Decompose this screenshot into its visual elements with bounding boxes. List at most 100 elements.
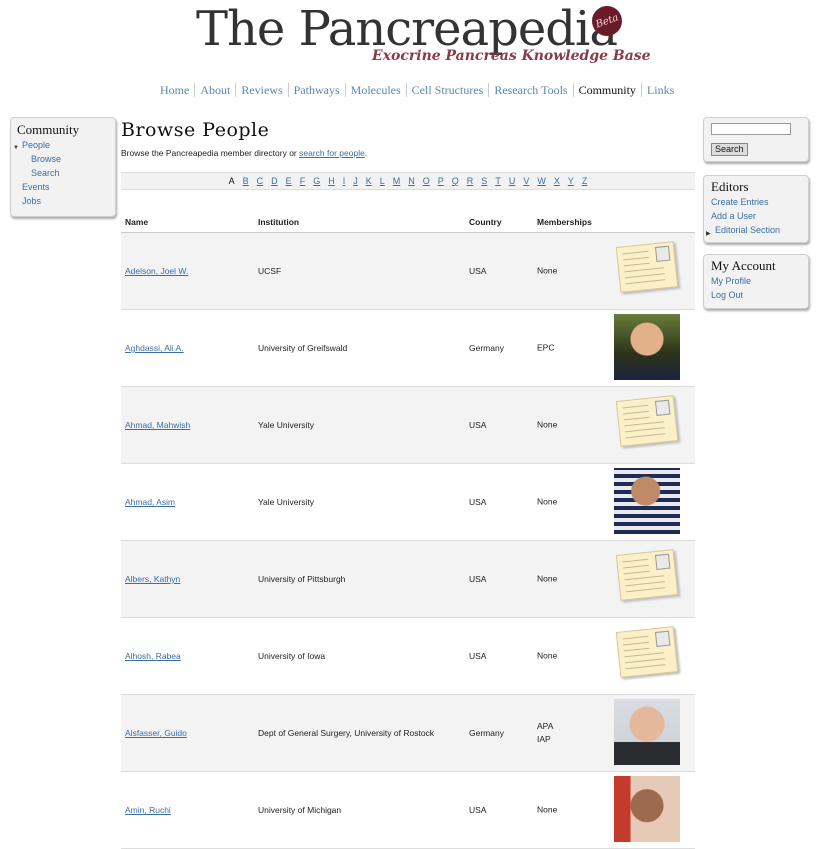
column-country[interactable]: Country (469, 217, 502, 227)
country-cell: USA (469, 651, 487, 661)
letter-e[interactable]: E (282, 173, 296, 189)
site-header: The Pancreapedia Beta Exocrine Pancreas … (0, 0, 822, 75)
memberships-cell: None (537, 573, 558, 584)
letter-j[interactable]: J (349, 173, 362, 189)
letter-s[interactable]: S (477, 173, 491, 189)
country-cell: USA (469, 497, 487, 507)
institution-cell: University of Iowa (258, 651, 326, 661)
site-logo[interactable]: The Pancreapedia (196, 1, 618, 57)
create-entries-link[interactable]: Create Entries (704, 195, 808, 209)
column-name[interactable]: Name (125, 217, 148, 227)
contact-card-icon (615, 626, 679, 678)
memberships-cell: None (537, 804, 558, 815)
letter-g[interactable]: G (309, 173, 324, 189)
sidebar-item-search[interactable]: Search (11, 166, 115, 180)
person-name-link[interactable]: Ahmad, Asim (125, 497, 175, 507)
letter-t[interactable]: T (491, 173, 505, 189)
search-people-link[interactable]: search for people (299, 148, 365, 158)
editors-title: Editors (711, 179, 749, 194)
letter-l[interactable]: L (376, 173, 389, 189)
table-row: Ahmad, Asim Yale University USA None (121, 464, 695, 541)
country-cell: USA (469, 805, 487, 815)
sidebar-item-browse[interactable]: Browse (11, 152, 115, 166)
letter-h[interactable]: H (324, 173, 339, 189)
sidebar-item-events[interactable]: Events (11, 180, 115, 194)
letter-d[interactable]: D (267, 173, 282, 189)
nav-item-home[interactable]: Home (155, 83, 196, 97)
nav-item-about[interactable]: About (195, 83, 237, 97)
table-row: Adelson, Joel W. UCSF USA None (121, 233, 695, 310)
account-title: My Account (711, 258, 776, 273)
add-user-link[interactable]: Add a User (704, 209, 808, 223)
person-name-link[interactable]: Aghdassi, Ali A. (125, 343, 184, 353)
letter-o[interactable]: O (419, 173, 434, 189)
memberships-cell: None (537, 265, 558, 276)
profile-photo-image (614, 699, 680, 765)
letter-k[interactable]: K (362, 173, 376, 189)
my-profile-link[interactable]: My Profile (704, 274, 808, 288)
letter-q[interactable]: Q (448, 173, 463, 189)
person-name-link[interactable]: Ahmad, Mahwish (125, 420, 190, 430)
my-account-box: My Account My Profile Log Out (703, 254, 809, 309)
sidebar-item-jobs[interactable]: Jobs (11, 194, 115, 208)
profile-photo[interactable] (614, 776, 680, 842)
person-name-link[interactable]: Adelson, Joel W. (125, 266, 188, 276)
letter-y[interactable]: Y (564, 173, 578, 189)
profile-placeholder-card-icon[interactable] (614, 622, 680, 688)
letter-c[interactable]: C (253, 173, 268, 189)
table-header: Name Institution Country Memberships (121, 213, 695, 233)
community-sidebar: Community ▼ People Browse Search Events J… (10, 117, 116, 217)
nav-item-community[interactable]: Community (574, 83, 642, 97)
nav-item-cell-structures[interactable]: Cell Structures (407, 83, 490, 97)
letter-n[interactable]: N (404, 173, 419, 189)
nav-item-links[interactable]: Links (642, 83, 679, 97)
profile-photo[interactable] (614, 699, 680, 765)
profile-photo[interactable] (614, 468, 680, 534)
logo-the: The (196, 1, 285, 57)
memberships-cell: APA IAP (537, 721, 554, 744)
person-name-link[interactable]: Albers, Kathyn (125, 574, 180, 584)
nav-item-reviews[interactable]: Reviews (236, 83, 289, 97)
letter-r[interactable]: R (463, 173, 478, 189)
letter-v[interactable]: V (519, 173, 533, 189)
person-name-link[interactable]: Alsfasser, Guido (125, 728, 187, 738)
letter-w[interactable]: W (533, 173, 550, 189)
page-title: Browse People (121, 119, 270, 141)
nav-item-pathways[interactable]: Pathways (289, 83, 346, 97)
profile-placeholder-card-icon[interactable] (614, 391, 680, 457)
institution-cell: Dept of General Surgery, University of R… (258, 728, 435, 738)
intro-text: Browse the Pancreapedia member directory… (121, 148, 368, 158)
letter-x[interactable]: X (550, 173, 564, 189)
search-widget: Search (703, 117, 809, 162)
collapsed-arrow-icon: ▶ (706, 231, 711, 237)
institution-cell: UCSF (258, 266, 282, 276)
search-button[interactable]: Search (711, 143, 748, 156)
table-row: Ahmad, Mahwish Yale University USA None (121, 387, 695, 464)
profile-photo-image (614, 776, 680, 842)
editors-box: Editors Create Entries Add a User ▶ Edito… (703, 175, 809, 243)
table-row: Alsfasser, Guido Dept of General Surgery,… (121, 695, 695, 772)
memberships-cell: None (537, 650, 558, 661)
nav-item-research-tools[interactable]: Research Tools (489, 83, 574, 97)
institution-cell: Yale University (258, 420, 315, 430)
letter-z[interactable]: Z (578, 173, 592, 189)
country-cell: Germany (469, 343, 504, 353)
expanded-arrow-icon: ▼ (13, 145, 19, 151)
nav-item-molecules[interactable]: Molecules (346, 83, 407, 97)
search-input[interactable] (711, 123, 791, 135)
editorial-section-link[interactable]: ▶ Editorial Section (704, 223, 808, 237)
log-out-link[interactable]: Log Out (704, 288, 808, 302)
column-institution[interactable]: Institution (258, 217, 299, 227)
profile-photo[interactable] (614, 314, 680, 380)
sidebar-item-people[interactable]: ▼ People (11, 138, 115, 152)
letter-f[interactable]: F (296, 173, 310, 189)
letter-b[interactable]: B (239, 173, 253, 189)
letter-p[interactable]: P (434, 173, 448, 189)
letter-i[interactable]: I (339, 173, 350, 189)
letter-u[interactable]: U (505, 173, 520, 189)
profile-placeholder-card-icon[interactable] (614, 545, 680, 611)
person-name-link[interactable]: Alhosh, Rabea (125, 651, 181, 661)
person-name-link[interactable]: Amin, Ruchi (125, 805, 171, 815)
profile-placeholder-card-icon[interactable] (614, 237, 680, 303)
letter-m[interactable]: M (389, 173, 405, 189)
